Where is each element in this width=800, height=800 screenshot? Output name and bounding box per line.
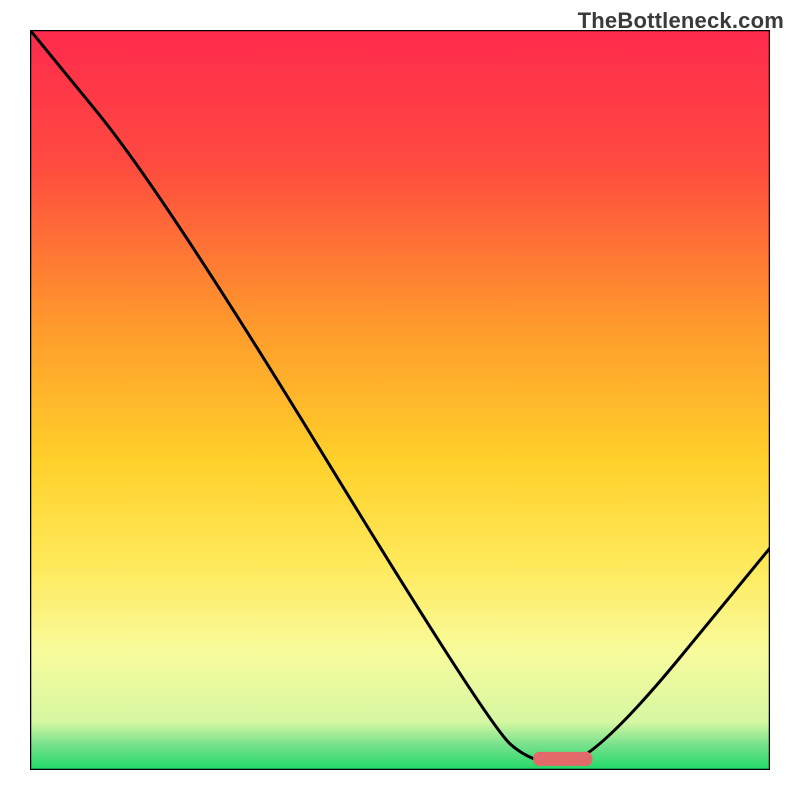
optimal-marker: [533, 752, 592, 766]
chart-stage: TheBottleneck.com: [0, 0, 800, 800]
bottleneck-chart: [30, 30, 770, 770]
chart-background: [30, 30, 770, 770]
